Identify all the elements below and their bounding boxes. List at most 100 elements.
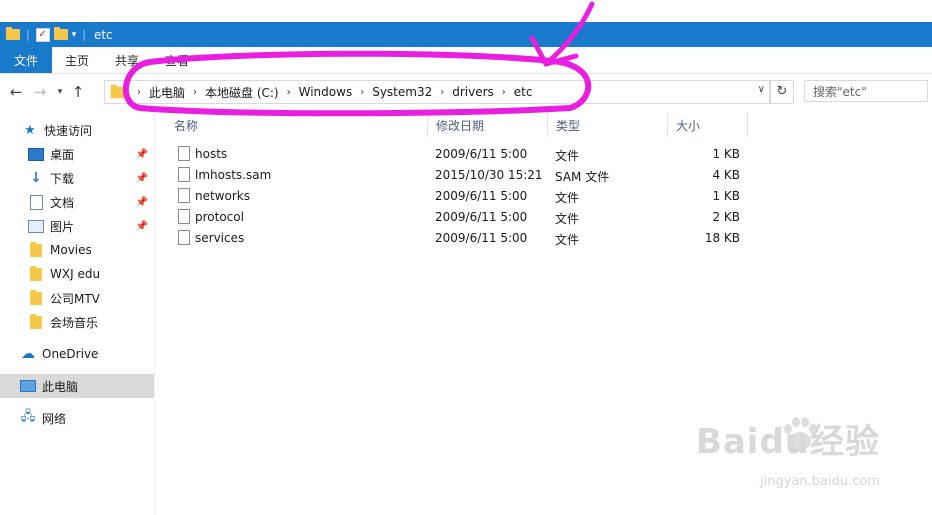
file-size: 2 KB: [712, 210, 740, 224]
sidebar-item-label: 网络: [42, 411, 67, 426]
sidebar-item-label: 图片: [50, 219, 75, 234]
table-row[interactable]: networks 2009/6/11 5:00 文件 1 KB: [166, 186, 766, 207]
sidebar-item-onedrive[interactable]: ☁ OneDrive: [0, 342, 154, 366]
file-size: 1 KB: [712, 189, 740, 203]
properties-icon[interactable]: ✓: [35, 27, 50, 42]
file-modified: 2009/6/11 5:00: [435, 189, 528, 203]
file-icon: [178, 209, 190, 224]
up-arrow-icon[interactable]: ↑: [68, 83, 88, 101]
table-row[interactable]: protocol 2009/6/11 5:00 文件 2 KB: [166, 207, 766, 228]
tab-file[interactable]: 文件: [0, 47, 53, 73]
folder-icon: [6, 27, 20, 40]
chevron-right-icon[interactable]: ›: [502, 87, 506, 98]
breadcrumb-system32[interactable]: System32: [372, 85, 432, 99]
star-icon: ★: [24, 122, 36, 138]
tab-share[interactable]: 共享: [102, 47, 152, 73]
column-header-label: 修改日期: [436, 118, 485, 133]
file-type: SAM 文件: [555, 170, 610, 184]
file-name: hosts: [195, 147, 228, 161]
file-type: 文件: [555, 212, 580, 226]
folder-icon: [28, 241, 44, 258]
column-header-label: 名称: [174, 118, 199, 133]
watermark-url: jingyan.baidu.com: [760, 474, 880, 489]
sidebar-item-label: 下载: [50, 171, 75, 186]
column-header-name[interactable]: 名称 ︿: [166, 109, 428, 138]
folder-icon: [110, 84, 126, 98]
file-modified: 2015/10/30 15:21: [435, 168, 543, 182]
quick-access-toolbar: | ✓ ▾ |: [0, 27, 88, 42]
pin-icon[interactable]: 📌: [136, 221, 148, 232]
file-name: networks: [195, 189, 250, 203]
file-modified: 2009/6/11 5:00: [435, 231, 528, 245]
column-header-label: 类型: [556, 118, 581, 133]
breadcrumb-drivers[interactable]: drivers: [452, 85, 494, 99]
sidebar-item-quick-access[interactable]: ★ 快速访问: [0, 118, 154, 142]
file-name: lmhosts.sam: [195, 168, 272, 182]
file-name: protocol: [195, 210, 244, 224]
refresh-icon: ↻: [776, 84, 788, 99]
refresh-button[interactable]: ↻: [770, 80, 794, 104]
back-arrow-icon[interactable]: ←: [6, 83, 26, 101]
ribbon-tabs: 文件 主页 共享 查看: [0, 47, 932, 74]
pin-icon[interactable]: 📌: [136, 173, 148, 184]
cloud-icon: ☁: [21, 346, 35, 362]
file-icon: [178, 146, 190, 161]
sidebar-item-label: Movies: [50, 243, 92, 257]
file-icon: [178, 230, 190, 245]
sort-ascending-icon: ︿: [294, 109, 304, 119]
sidebar-item-company-mtv[interactable]: 公司MTV: [0, 286, 154, 310]
computer-icon: [20, 378, 36, 394]
forward-arrow-icon[interactable]: →: [30, 83, 50, 101]
chevron-right-icon[interactable]: ›: [193, 87, 197, 98]
pin-icon[interactable]: 📌: [136, 197, 148, 208]
sidebar-item-desktop[interactable]: 桌面 📌: [0, 142, 154, 166]
column-header-type[interactable]: 类型: [548, 112, 668, 138]
sidebar-item-documents[interactable]: 文档 📌: [0, 190, 154, 214]
folder-icon: [28, 313, 44, 330]
sidebar-item-label: 文档: [50, 195, 75, 210]
sidebar-item-wxj-edu[interactable]: WXJ edu: [0, 262, 154, 286]
file-size: 18 KB: [704, 231, 740, 245]
folder-icon: [28, 265, 44, 282]
customize-toolbar-icon[interactable]: ▾: [72, 30, 77, 40]
sidebar-item-movies[interactable]: Movies: [0, 238, 154, 262]
column-header-modified[interactable]: 修改日期: [428, 112, 548, 138]
pin-icon[interactable]: 📌: [136, 149, 148, 160]
sidebar-item-pictures[interactable]: 图片 📌: [0, 214, 154, 238]
navigation-bar: ← → ▾ ↑ › 此电脑 › 本地磁盘 (C:) › Windows › Sy…: [0, 76, 932, 108]
sidebar-item-downloads[interactable]: ↓ 下载 📌: [0, 166, 154, 190]
folder-icon: [28, 289, 44, 306]
search-input[interactable]: 搜索"etc": [804, 80, 928, 102]
breadcrumb-this-pc[interactable]: 此电脑: [149, 84, 185, 101]
chevron-down-icon[interactable]: ∨: [758, 84, 765, 95]
chevron-right-icon[interactable]: ›: [287, 87, 291, 98]
tab-home[interactable]: 主页: [52, 47, 102, 73]
sidebar-item-network[interactable]: 🖧 网络: [0, 406, 154, 430]
breadcrumb-etc[interactable]: etc: [514, 85, 533, 99]
column-header-size[interactable]: 大小: [668, 112, 748, 138]
file-size: 4 KB: [712, 168, 740, 182]
chevron-right-icon[interactable]: ›: [137, 87, 141, 98]
address-bar[interactable]: › 此电脑 › 本地磁盘 (C:) › Windows › System32 ›…: [104, 80, 770, 104]
table-row[interactable]: hosts 2009/6/11 5:00 文件 1 KB: [166, 144, 766, 165]
breadcrumb-local-disk[interactable]: 本地磁盘 (C:): [205, 84, 279, 101]
chevron-right-icon[interactable]: ›: [440, 87, 444, 98]
file-type: 文件: [555, 149, 580, 163]
chevron-right-icon[interactable]: ›: [360, 87, 364, 98]
toolbar-separator: |: [26, 28, 30, 41]
file-type: 文件: [555, 233, 580, 247]
navigation-pane: ★ 快速访问 桌面 📌 ↓ 下载 📌 文档 📌 图片 📌 Movies WXJ …: [0, 112, 155, 515]
pictures-icon: [28, 218, 44, 234]
file-icon: [178, 167, 190, 182]
file-size: 1 KB: [712, 147, 740, 161]
sidebar-item-this-pc[interactable]: 此电脑: [0, 374, 154, 398]
file-modified: 2009/6/11 5:00: [435, 210, 528, 224]
sidebar-item-label: OneDrive: [42, 347, 99, 361]
tab-view[interactable]: 查看: [152, 47, 202, 73]
recent-locations-icon[interactable]: ▾: [54, 87, 66, 97]
table-row[interactable]: lmhosts.sam 2015/10/30 15:21 SAM 文件 4 KB: [166, 165, 766, 186]
table-row[interactable]: services 2009/6/11 5:00 文件 18 KB: [166, 228, 766, 249]
breadcrumb-windows[interactable]: Windows: [299, 85, 353, 99]
new-folder-icon[interactable]: [53, 27, 68, 40]
sidebar-item-venue-music[interactable]: 会场音乐: [0, 310, 154, 334]
